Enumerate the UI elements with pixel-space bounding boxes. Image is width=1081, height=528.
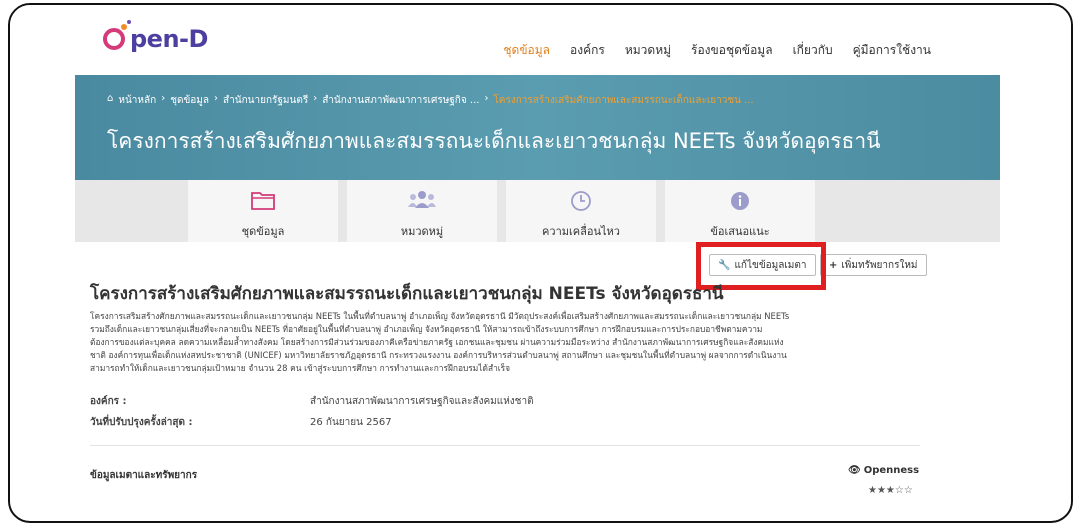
home-icon: ⌂	[107, 93, 114, 104]
metadata-section-title: ข้อมูลเมตาและทรัพยากร	[90, 470, 198, 481]
browser-frame: pen-D ชุดข้อมูล องค์กร หมวดหมู่ ร้องขอชุ…	[8, 3, 1073, 523]
tab-label: ความเคลื่อนไหว	[542, 225, 620, 238]
updated-value: 26 กันยายน 2567	[310, 417, 392, 428]
folder-icon	[188, 190, 338, 212]
description-line: ต้องการของแต่ละบุคคล ลดความเหลื่อมล้ำทาง…	[90, 337, 784, 347]
header: pen-D ชุดข้อมูล องค์กร หมวดหมู่ ร้องขอชุ…	[10, 5, 1071, 75]
plus-icon: +	[829, 259, 838, 271]
tab-label: ข้อเสนอแนะ	[710, 225, 770, 238]
openness-rating: ★★★☆☆	[868, 485, 913, 496]
site-logo[interactable]: pen-D	[103, 20, 208, 53]
logo-mark	[103, 20, 131, 52]
page-title: โครงการสร้างเสริมศักยภาพและสมรรถนะเด็กแล…	[107, 129, 881, 153]
tab-feedback[interactable]: ข้อเสนอแนะ	[665, 180, 815, 242]
nav-request-data[interactable]: ร้องขอชุดข้อมูล	[691, 41, 773, 60]
breadcrumb-ministry[interactable]: สำนักนายกรัฐมนตรี	[223, 93, 308, 108]
description-line: ชาติ องค์การทุนเพื่อเด็กแห่งสหประชาชาติ …	[90, 350, 787, 360]
users-icon	[347, 190, 497, 212]
tab-label: ชุดข้อมูล	[241, 225, 285, 238]
nav-manual[interactable]: คู่มือการใช้งาน	[853, 41, 931, 60]
description-line: รวมถึงเด็กและเยาวชนกลุ่มเสี่ยงที่จะกลายเ…	[90, 324, 763, 334]
description-line: โครงการเสริมสร้างศักยภาพและสมรรถนะเด็กแล…	[90, 311, 790, 321]
updated-label: วันที่ปรับปรุงครั้งล่าสุด :	[90, 417, 193, 428]
description-line: สามารถทำให้เด็กและเยาวชนกลุ่มเป้าหมาย จำ…	[90, 363, 511, 373]
openness-label: 👁 Openness	[848, 465, 919, 476]
nav-categories[interactable]: หมวดหมู่	[625, 41, 671, 60]
breadcrumb: ⌂ หน้าหลัก › ชุดข้อมูล › สำนักนายกรัฐมนต…	[107, 93, 754, 108]
divider	[90, 445, 920, 446]
tab-label: หมวดหมู่	[400, 225, 444, 238]
nav-datasets[interactable]: ชุดข้อมูล	[503, 41, 550, 60]
info-icon	[665, 190, 815, 212]
breadcrumb-current[interactable]: โครงการสร้างเสริมศักยภาพและสมรรถนะเด็กแล…	[493, 93, 753, 108]
clock-icon	[506, 190, 656, 212]
breadcrumb-agency[interactable]: สำนักงานสภาพัฒนาการเศรษฐกิจ ...	[322, 93, 479, 108]
add-resource-button[interactable]: + เพิ่มทรัพยากรใหม่	[820, 254, 927, 276]
dataset-title: โครงการสร้างเสริมศักยภาพและสมรรถนะเด็กแล…	[90, 284, 724, 304]
organization-value[interactable]: สำนักงานสภาพัฒนาการเศรษฐกิจและสังคมแห่งช…	[310, 394, 534, 409]
nav-about[interactable]: เกี่ยวกับ	[793, 41, 833, 60]
openness-text: Openness	[863, 465, 920, 476]
tab-categories[interactable]: หมวดหมู่	[347, 180, 497, 242]
breadcrumb-datasets[interactable]: ชุดข้อมูล	[170, 93, 209, 108]
nav-organizations[interactable]: องค์กร	[570, 41, 605, 60]
eye-icon: 👁	[848, 465, 861, 476]
dataset-tabs: ชุดข้อมูล หมวดหมู่ ความเคลื่อนไหว ข้อเสน…	[75, 180, 1000, 242]
breadcrumb-home[interactable]: หน้าหลัก	[118, 93, 156, 108]
organization-row: องค์กร : สำนักงานสภาพัฒนาการเศรษฐกิจและส…	[90, 394, 534, 409]
tab-activity[interactable]: ความเคลื่อนไหว	[506, 180, 656, 242]
logo-text: pen-D	[130, 25, 208, 53]
tab-datasets[interactable]: ชุดข้อมูล	[188, 180, 338, 242]
main-nav: ชุดข้อมูล องค์กร หมวดหมู่ ร้องขอชุดข้อมู…	[503, 41, 931, 60]
updated-row: วันที่ปรับปรุงครั้งล่าสุด : 26 กันยายน 2…	[90, 415, 392, 430]
dataset-description: โครงการเสริมสร้างศักยภาพและสมรรถนะเด็กแล…	[90, 310, 920, 375]
organization-label: องค์กร :	[90, 396, 127, 407]
hero-banner: ⌂ หน้าหลัก › ชุดข้อมูล › สำนักนายกรัฐมนต…	[75, 75, 1000, 180]
add-resource-label: เพิ่มทรัพยากรใหม่	[841, 259, 918, 271]
